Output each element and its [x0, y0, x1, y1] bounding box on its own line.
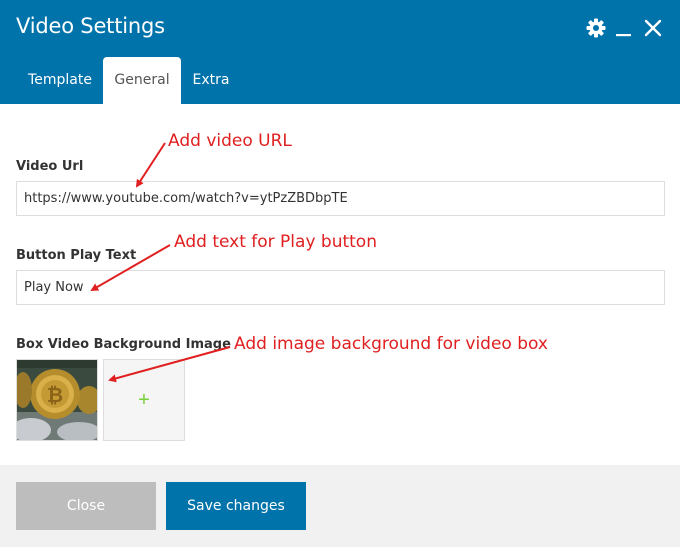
svg-text:₿: ₿ [47, 383, 63, 407]
background-image-thumbnail[interactable]: ₿ [16, 359, 98, 441]
gear-icon[interactable] [585, 17, 607, 39]
close-icon[interactable] [642, 17, 664, 39]
dialog-header: Video Settings Template General Extra [0, 0, 680, 104]
tab-general[interactable]: General [103, 57, 181, 104]
annotation-video-url: Add video URL [168, 131, 292, 151]
tab-extra[interactable]: Extra [184, 57, 238, 104]
minimize-icon[interactable] [613, 17, 635, 39]
button-play-text-label: Button Play Text [16, 248, 137, 263]
plus-icon: + [138, 389, 150, 411]
arrow-video-url [135, 142, 166, 188]
video-url-input[interactable]: https://www.youtube.com/watch?v=ytPzZBDb… [16, 181, 665, 216]
annotation-play-text: Add text for Play button [174, 232, 377, 252]
close-button[interactable]: Close [16, 482, 156, 530]
add-image-button[interactable]: + [103, 359, 185, 441]
dialog-title: Video Settings [16, 14, 165, 38]
annotation-background: Add image background for video box [234, 334, 548, 354]
save-changes-button[interactable]: Save changes [166, 482, 306, 530]
tab-bar: Template General Extra [0, 57, 680, 104]
bitcoin-coins-image: ₿ [17, 360, 97, 440]
video-url-label: Video Url [16, 159, 84, 174]
button-play-text-input[interactable]: Play Now [16, 270, 665, 305]
background-image-label: Box Video Background Image [16, 337, 231, 352]
tab-template[interactable]: Template [16, 57, 104, 104]
